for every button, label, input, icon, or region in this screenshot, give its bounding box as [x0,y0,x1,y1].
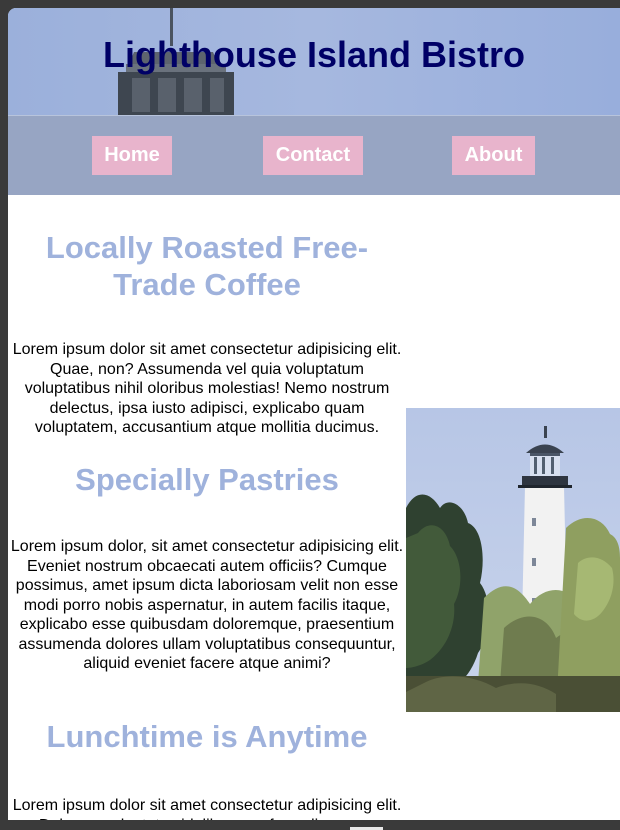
section-heading-pastries: Specially Pastries [75,462,339,497]
main-nav: Home Contact About [8,115,620,195]
site-title: Lighthouse Island Bistro [102,34,525,75]
section-heading-lunch: Lunchtime is Anytime [46,719,368,754]
section-body-pastries: Lorem ipsum dolor, sit amet consectetur … [10,538,404,672]
page: Lighthouse Island Bistro Home Contact Ab… [8,8,620,820]
lighthouse-photo [406,408,620,712]
nav-home-link[interactable]: Home [92,136,172,175]
section-body-coffee: Lorem ipsum dolor sit amet consectetur a… [12,341,402,436]
section-body-lunch: Lorem ipsum dolor sit amet consectetur a… [12,797,402,820]
browser-bottom-bar [0,820,620,830]
nav-about-link[interactable]: About [452,136,535,175]
nav-contact-link[interactable]: Contact [263,136,363,175]
section-heading-coffee: Locally Roasted Free-Trade Coffee [45,230,369,302]
site-header: Lighthouse Island Bistro [8,8,620,115]
